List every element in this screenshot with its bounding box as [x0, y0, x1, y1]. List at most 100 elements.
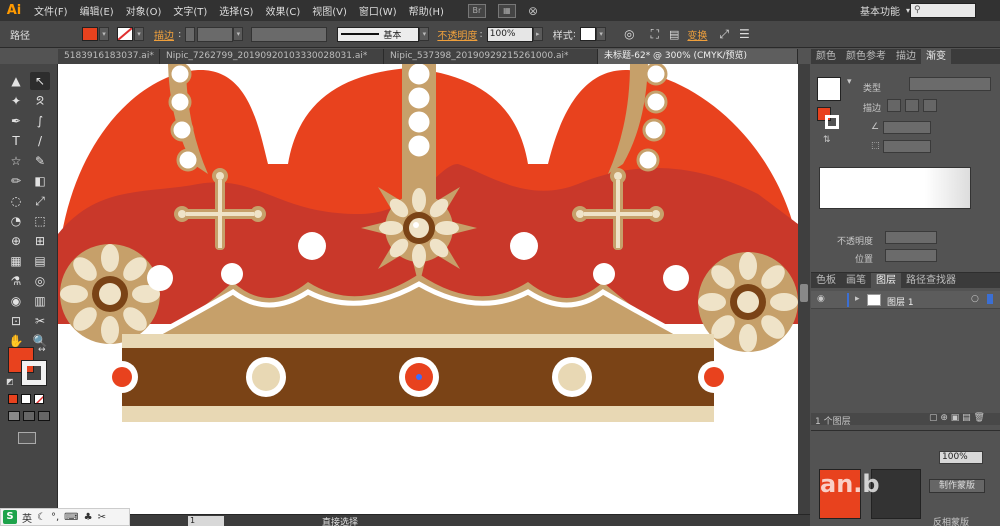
- menu-view[interactable]: 视图(V): [306, 3, 353, 18]
- menu-edit[interactable]: 编辑(E): [74, 3, 120, 18]
- tab-document-1[interactable]: 5183916183037.ai*: [58, 49, 160, 64]
- type-tool-icon[interactable]: T: [6, 132, 26, 150]
- workspace-switcher[interactable]: 基本功能 ▾: [860, 3, 910, 18]
- gpu-performance-icon[interactable]: ⊗: [528, 4, 538, 18]
- swap-fill-stroke-icon[interactable]: ↔: [38, 345, 46, 355]
- menu-window[interactable]: 窗口(W): [353, 3, 403, 18]
- warp-tool-icon[interactable]: ◔: [6, 212, 26, 230]
- gradient-angle-field[interactable]: [883, 121, 931, 134]
- eye-icon[interactable]: ◉: [817, 294, 825, 304]
- mesh-tool-icon[interactable]: ▦: [6, 252, 26, 270]
- menu-type[interactable]: 文字(T): [167, 3, 213, 18]
- artboard-navigator[interactable]: 1: [188, 516, 224, 526]
- gradient-tool-icon[interactable]: ▤: [30, 252, 50, 270]
- stroke-across-icon[interactable]: [923, 99, 937, 112]
- color-mode-icon[interactable]: [8, 394, 18, 404]
- stroke-dropdown[interactable]: ▾: [134, 27, 144, 41]
- gradient-mode-icon[interactable]: [21, 394, 31, 404]
- live-paint-tool-icon[interactable]: ⊞: [30, 232, 50, 250]
- artboard-canvas[interactable]: [58, 64, 798, 514]
- pen-tool-icon[interactable]: ✒: [6, 112, 26, 130]
- skin-icon[interactable]: ♣: [84, 512, 93, 523]
- gradient-dropdown-icon[interactable]: ▾: [847, 77, 852, 87]
- tools-icon[interactable]: ✂: [98, 512, 106, 523]
- draw-behind-icon[interactable]: [23, 411, 35, 421]
- graphic-style-swatch[interactable]: [580, 27, 597, 41]
- layer-actions-icon[interactable]: ▢ ⊕ ▣ ▤ 🗑: [929, 413, 985, 423]
- stroke-color-box[interactable]: [21, 360, 47, 386]
- tab-color-guide[interactable]: 颜色参考: [841, 49, 891, 64]
- tab-brushes[interactable]: 画笔: [841, 273, 871, 288]
- stroke-weight-field[interactable]: [197, 26, 234, 42]
- star-tool-icon[interactable]: ☆: [6, 152, 26, 170]
- expand-layer-icon[interactable]: ▸: [855, 294, 860, 304]
- stroke-along-icon[interactable]: [905, 99, 919, 112]
- layer-name[interactable]: 图层 1: [887, 295, 914, 308]
- tab-document-active[interactable]: 未标题-62* @ 300% (CMYK/预览): [598, 49, 798, 64]
- vertical-scrollbar[interactable]: [798, 64, 810, 514]
- line-tool-icon[interactable]: /: [30, 132, 50, 150]
- gradient-stroke-swatch[interactable]: [825, 115, 839, 129]
- stroke-within-icon[interactable]: [887, 99, 901, 112]
- menu-help[interactable]: 帮助(H): [403, 3, 450, 18]
- fill-swatch[interactable]: [82, 27, 98, 41]
- transform-link[interactable]: 变换: [687, 27, 707, 42]
- gradient-aspect-field[interactable]: [883, 140, 931, 153]
- gradient-opacity-field[interactable]: [885, 231, 937, 244]
- search-input[interactable]: ⚲: [910, 3, 976, 18]
- recolor-artwork-icon[interactable]: ◎: [624, 27, 634, 41]
- stroke-weight-dropdown[interactable]: ▾: [233, 27, 244, 41]
- draw-normal-icon[interactable]: [8, 411, 20, 421]
- ime-language[interactable]: 英: [22, 510, 32, 525]
- layer-row[interactable]: ◉ ▸ 图层 1 ○: [811, 291, 1000, 309]
- tab-color[interactable]: 颜色: [811, 49, 841, 64]
- moon-icon[interactable]: ☾: [37, 512, 46, 523]
- gradient-type-select[interactable]: [909, 77, 991, 91]
- transform-icon[interactable]: ⤢: [719, 27, 729, 42]
- free-transform-tool-icon[interactable]: ⬚: [30, 212, 50, 230]
- tab-pathfinder[interactable]: 路径查找器: [901, 273, 961, 288]
- symbol-sprayer-tool-icon[interactable]: ◉: [6, 292, 26, 310]
- reverse-gradient-icon[interactable]: ⇅: [823, 135, 831, 145]
- none-mode-icon[interactable]: [34, 394, 44, 404]
- draw-inside-icon[interactable]: [38, 411, 50, 421]
- graphic-style-dropdown[interactable]: ▾: [596, 27, 607, 41]
- fill-dropdown[interactable]: ▾: [99, 27, 109, 41]
- scale-tool-icon[interactable]: ⤢: [30, 192, 50, 210]
- stroke-link[interactable]: 描边: [154, 27, 174, 42]
- menu-object[interactable]: 对象(O): [120, 3, 168, 18]
- magic-wand-tool-icon[interactable]: ✦: [6, 92, 26, 110]
- scroll-thumb[interactable]: [800, 284, 808, 302]
- gradient-location-field[interactable]: [885, 249, 937, 262]
- tab-layers[interactable]: 图层: [871, 273, 901, 288]
- gradient-slider[interactable]: [819, 167, 971, 209]
- variable-width-profile[interactable]: [251, 26, 328, 42]
- transparency-opacity-field[interactable]: 100%: [939, 451, 983, 464]
- selection-indicator[interactable]: [987, 294, 993, 304]
- lasso-tool-icon[interactable]: ᘝ: [30, 92, 50, 110]
- align-icon[interactable]: ▤: [669, 28, 679, 41]
- tab-stroke[interactable]: 描边: [891, 49, 921, 64]
- opacity-link[interactable]: 不透明度: [437, 27, 477, 42]
- keyboard-icon[interactable]: ⌨: [64, 512, 78, 523]
- opacity-field[interactable]: 100%: [486, 26, 533, 42]
- eyedropper-tool-icon[interactable]: ⚗: [6, 272, 26, 290]
- rotate-tool-icon[interactable]: ◌: [6, 192, 26, 210]
- tab-document-3[interactable]: Nipic_537398_20190929215261000.ai*: [384, 49, 598, 64]
- direct-selection-tool-icon[interactable]: ↖: [30, 72, 50, 90]
- blend-tool-icon[interactable]: ◎: [30, 272, 50, 290]
- bridge-icon[interactable]: Br: [467, 3, 486, 18]
- stroke-swatch[interactable]: [117, 27, 133, 41]
- menu-file[interactable]: 文件(F): [28, 3, 74, 18]
- isolate-object-icon[interactable]: ⛶: [651, 27, 659, 42]
- selection-tool-icon[interactable]: ▲: [6, 72, 26, 90]
- screen-mode-icon[interactable]: [18, 432, 36, 444]
- punctuation-icon[interactable]: °,: [51, 512, 59, 523]
- shape-builder-tool-icon[interactable]: ⊕: [6, 232, 26, 250]
- brush-dropdown[interactable]: ▾: [419, 27, 430, 41]
- selected-anchor-point[interactable]: [416, 374, 422, 380]
- column-graph-tool-icon[interactable]: ▥: [30, 292, 50, 310]
- opacity-dropdown[interactable]: ▸: [532, 27, 543, 41]
- menu-effect[interactable]: 效果(C): [259, 3, 306, 18]
- target-icon[interactable]: ○: [971, 294, 979, 304]
